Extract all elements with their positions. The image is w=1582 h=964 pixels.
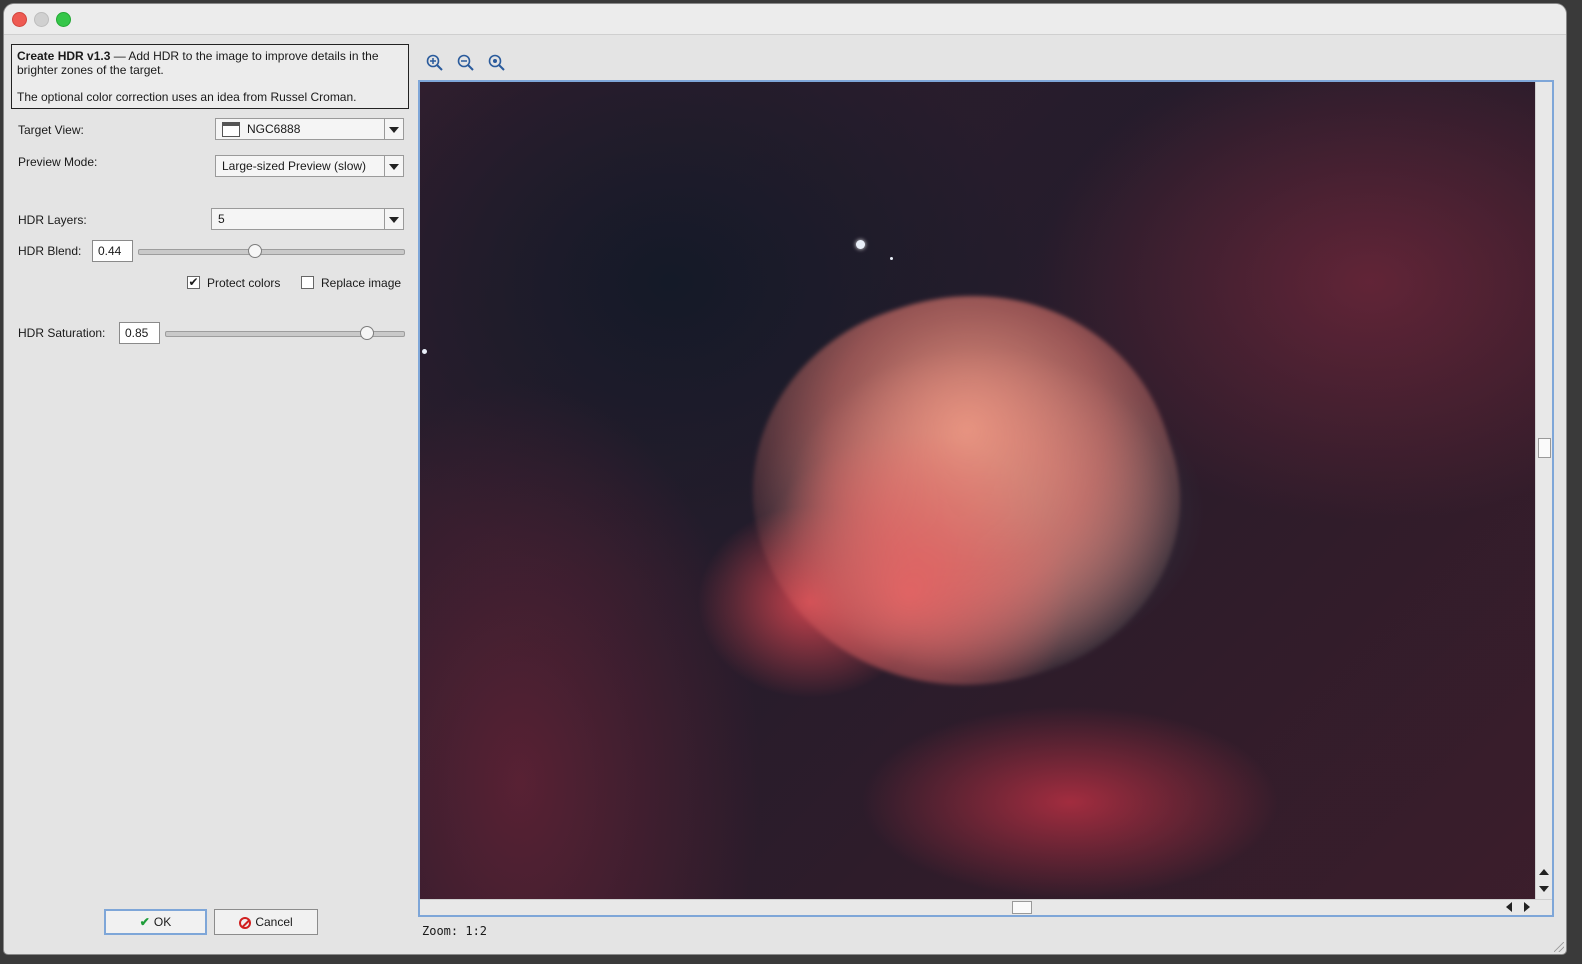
minimize-window-button[interactable] <box>34 12 49 27</box>
cancel-icon <box>239 917 252 929</box>
ok-button-label: OK <box>153 915 172 929</box>
chevron-down-icon <box>384 209 403 229</box>
chevron-down-icon <box>384 156 403 176</box>
zoom-out-icon[interactable] <box>457 54 475 72</box>
nebula-core <box>705 241 1225 743</box>
hdr-saturation-slider-thumb[interactable] <box>360 326 375 340</box>
ok-button[interactable]: ✔ OK <box>104 909 207 935</box>
hdr-blend-label: HDR Blend: <box>18 244 82 258</box>
preview-mode-select[interactable]: Large-sized Preview (slow) <box>215 155 404 177</box>
horizontal-scroll-thumb[interactable] <box>1012 901 1032 914</box>
scroll-right-arrow-icon[interactable] <box>1524 902 1530 912</box>
hdr-layers-select[interactable]: 5 <box>211 208 404 230</box>
checkmark-icon: ✔ <box>188 275 199 289</box>
description-box: Create HDR v1.3 — Add HDR to the image t… <box>11 44 409 109</box>
protect-colors-checkbox[interactable]: ✔ <box>187 276 200 289</box>
vertical-scroll-thumb[interactable] <box>1538 438 1551 458</box>
hdr-blend-input[interactable]: 0.44 <box>92 240 133 262</box>
star <box>856 240 865 249</box>
cancel-button[interactable]: Cancel <box>214 909 318 935</box>
hdr-layers-label: HDR Layers: <box>18 213 87 227</box>
preview-viewport[interactable] <box>418 80 1554 917</box>
chevron-down-icon <box>384 119 403 139</box>
hdr-saturation-label: HDR Saturation: <box>18 326 106 340</box>
script-title: Create HDR v1.3 <box>17 49 111 63</box>
maximize-window-button[interactable] <box>56 12 71 27</box>
close-window-button[interactable] <box>12 12 27 27</box>
hdr-blend-slider-thumb[interactable] <box>247 244 262 258</box>
zoom-status: Zoom: 1:2 <box>422 924 488 938</box>
replace-image-label: Replace image <box>321 276 402 290</box>
target-view-value: NGC6888 <box>247 122 301 136</box>
cancel-button-label: Cancel <box>255 915 293 929</box>
protect-colors-label: Protect colors <box>207 276 281 290</box>
image-view-icon <box>222 122 240 137</box>
scroll-down-arrow-icon[interactable] <box>1539 886 1549 892</box>
resize-grip-icon[interactable] <box>1554 942 1564 952</box>
title-bar <box>4 4 1566 35</box>
vertical-scrollbar[interactable] <box>1535 82 1552 900</box>
target-view-label: Target View: <box>18 123 84 137</box>
checkmark-icon: ✔ <box>139 915 150 929</box>
create-hdr-dialog: Create HDR v1.3 — Add HDR to the image t… <box>4 4 1566 954</box>
hdr-saturation-input[interactable]: 0.85 <box>119 322 160 344</box>
scroll-up-arrow-icon[interactable] <box>1539 869 1549 875</box>
zoom-in-icon[interactable] <box>426 54 444 72</box>
horizontal-scrollbar[interactable] <box>420 899 1552 915</box>
target-view-select[interactable]: NGC6888 <box>215 118 404 140</box>
color-correction-note: The optional color correction uses an id… <box>17 90 357 104</box>
replace-image-checkbox[interactable] <box>301 276 314 289</box>
preview-mode-value: Large-sized Preview (slow) <box>222 159 367 173</box>
hdr-layers-value: 5 <box>218 212 225 226</box>
preview-mode-label: Preview Mode: <box>18 155 98 169</box>
nebula-preview-image[interactable] <box>420 82 1536 900</box>
star <box>890 257 893 260</box>
star <box>422 349 427 354</box>
scroll-left-arrow-icon[interactable] <box>1506 902 1512 912</box>
zoom-fit-icon[interactable] <box>488 54 506 72</box>
hdr-blend-slider-track[interactable] <box>138 249 405 255</box>
